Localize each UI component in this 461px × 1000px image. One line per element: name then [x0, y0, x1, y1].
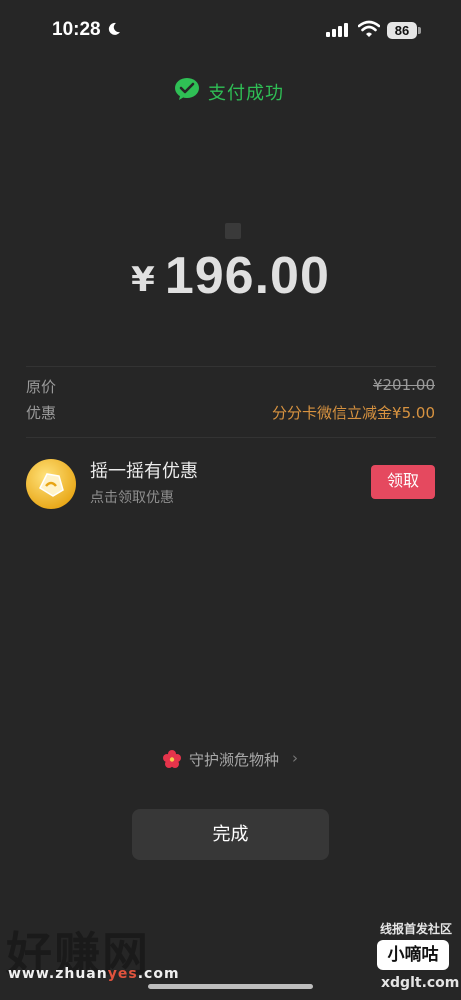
home-indicator[interactable]	[148, 984, 313, 989]
flower-icon	[163, 750, 181, 768]
protect-endangered-species-link[interactable]: 守护濒危物种	[189, 749, 279, 770]
divider	[26, 366, 436, 367]
payment-success-title: 支付成功	[208, 83, 284, 104]
cellular-signal-icon	[326, 23, 348, 37]
discount-value: 分分卡微信立减金¥5.00	[272, 404, 435, 422]
promo-subtitle: 点击领取优惠	[90, 490, 174, 506]
wifi-icon	[358, 20, 380, 37]
watermark-url-highlight: yes	[107, 966, 138, 982]
done-button[interactable]: 完成	[132, 809, 329, 860]
status-time: 10:28	[52, 19, 101, 40]
watermark-url-prefix: www.zhuan	[8, 966, 108, 982]
amount-value: 196.00	[164, 247, 330, 305]
watermark-caption-right: 线报首发社区	[380, 922, 453, 936]
watermark-logo-right: 小嘀咕	[377, 940, 449, 970]
battery-tip	[418, 27, 421, 34]
payment-amount: ¥196.00	[0, 246, 461, 306]
merchant-icon	[225, 223, 241, 239]
moon-icon	[108, 22, 120, 35]
original-price-value: ¥201.00	[372, 376, 435, 394]
original-price-label: 原价	[26, 378, 57, 396]
currency-symbol: ¥	[131, 260, 155, 300]
watermark-url-left: www.zhuanyes.com	[8, 966, 180, 982]
chevron-right-icon[interactable]: ›	[292, 749, 298, 767]
battery-icon: 86	[387, 22, 417, 39]
divider	[26, 437, 436, 438]
wechat-pay-icon	[175, 78, 199, 100]
claim-button[interactable]: 领取	[371, 465, 435, 499]
discount-label: 优惠	[26, 404, 57, 422]
shake-coupon-icon[interactable]	[25, 458, 77, 510]
promo-title: 摇一摇有优惠	[90, 461, 198, 482]
watermark-url-right: xdglt.com	[381, 975, 460, 991]
watermark-url-suffix: .com	[137, 966, 180, 982]
